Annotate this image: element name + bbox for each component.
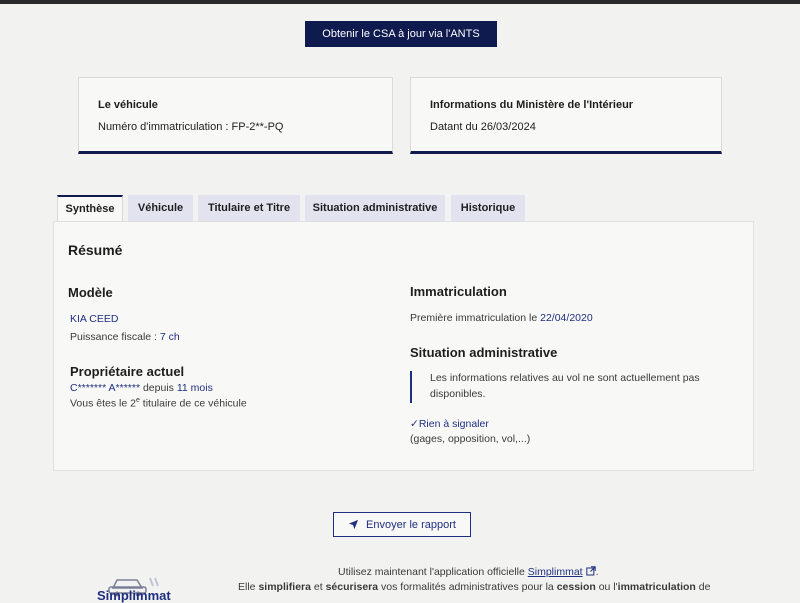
- footer-line2-a: Elle: [238, 581, 259, 593]
- owner-rank-prefix: Vous êtes le 2: [70, 397, 136, 410]
- first-registration-date: 22/04/2020: [540, 312, 593, 324]
- theft-notice-line2: disponibles.: [430, 388, 486, 400]
- first-registration-label: Première immatriculation le: [410, 312, 541, 324]
- status-text: Rien à signaler: [418, 418, 489, 430]
- owner-since-label: depuis: [140, 382, 177, 394]
- send-report-button[interactable]: Envoyer le rapport: [333, 512, 471, 537]
- owner-heading: Propriétaire actuel: [70, 364, 185, 379]
- vehicle-card-title: Le véhicule: [98, 99, 158, 111]
- theft-notice-line1: Les informations relatives au vol ne son…: [430, 372, 700, 384]
- tab-titulaire[interactable]: Titulaire et Titre: [198, 195, 300, 221]
- resume-title: Résumé: [68, 242, 123, 258]
- check-icon: ✓: [410, 418, 419, 430]
- simplimmat-logo-text: Simplimmat: [97, 588, 171, 603]
- model-heading: Modèle: [68, 285, 113, 300]
- status-detail: (gages, opposition, vol,...): [410, 433, 531, 445]
- ministry-date: Datant du 26/03/2024: [430, 121, 536, 133]
- owner-rank: Vous êtes le 2e titulaire de ce véhicule: [70, 397, 247, 410]
- fiscal-power: Puissance fiscale : 7 ch: [70, 331, 180, 343]
- simplimmat-link[interactable]: Simplimmat: [528, 566, 583, 578]
- tab-synthese[interactable]: Synthèse: [57, 195, 123, 221]
- status-line: ✓Rien à signaler: [410, 418, 489, 430]
- ministry-card-title: Informations du Ministère de l'Intérieur: [430, 99, 634, 111]
- external-link-icon: [585, 566, 596, 576]
- footer-line2-f: cession: [556, 581, 596, 593]
- first-registration: Première immatriculation le 22/04/2020: [410, 312, 593, 324]
- footer-line1-suffix: .: [595, 566, 599, 578]
- footer-line2: Elle simplifiera et sécurisera vos forma…: [238, 581, 710, 593]
- owner-rank-suffix: titulaire de ce véhicule: [139, 397, 247, 410]
- tab-historique[interactable]: Historique: [451, 195, 525, 221]
- owner-line: C******* A****** depuis 11 mois: [70, 382, 213, 394]
- owner-since-value: 11 mois: [176, 382, 213, 394]
- fiscal-power-value: 7 ch: [159, 331, 180, 343]
- footer-line1: Utilisez maintenant l'application offici…: [338, 566, 599, 578]
- notice-bar: [410, 371, 412, 403]
- footer-line2-h: immatriculation: [617, 581, 696, 593]
- admin-heading: Situation administrative: [410, 345, 558, 360]
- send-report-label: Envoyer le rapport: [366, 518, 456, 531]
- footer-line2-i: de: [695, 581, 711, 593]
- ministry-card: Informations du Ministère de l'Intérieur…: [410, 77, 722, 154]
- footer-line2-d: sécurisera: [325, 581, 379, 593]
- registration-heading: Immatriculation: [410, 284, 507, 299]
- tab-vehicule[interactable]: Véhicule: [128, 195, 193, 221]
- footer-line2-e: vos formalités administratives pour la: [378, 581, 557, 593]
- send-icon: [348, 519, 359, 530]
- model-name: KIA CEED: [70, 313, 119, 325]
- footer-line2-c: et: [310, 581, 326, 593]
- vehicle-card: Le véhicule Numéro d'immatriculation : F…: [78, 77, 393, 154]
- footer-line2-g: ou l': [595, 581, 618, 593]
- owner-name: C******* A******: [70, 382, 141, 394]
- tab-panel: [53, 221, 754, 471]
- registration-number: Numéro d'immatriculation : FP-2**-PQ: [98, 121, 284, 133]
- tab-situation[interactable]: Situation administrative: [305, 195, 445, 221]
- fiscal-power-label: Puissance fiscale :: [70, 331, 160, 343]
- csa-ants-button[interactable]: Obtenir le CSA à jour via l'ANTS: [305, 21, 497, 47]
- footer-line1-prefix: Utilisez maintenant l'application offici…: [338, 566, 528, 578]
- footer-line2-b: simplifiera: [258, 581, 311, 593]
- top-edge: [0, 0, 800, 4]
